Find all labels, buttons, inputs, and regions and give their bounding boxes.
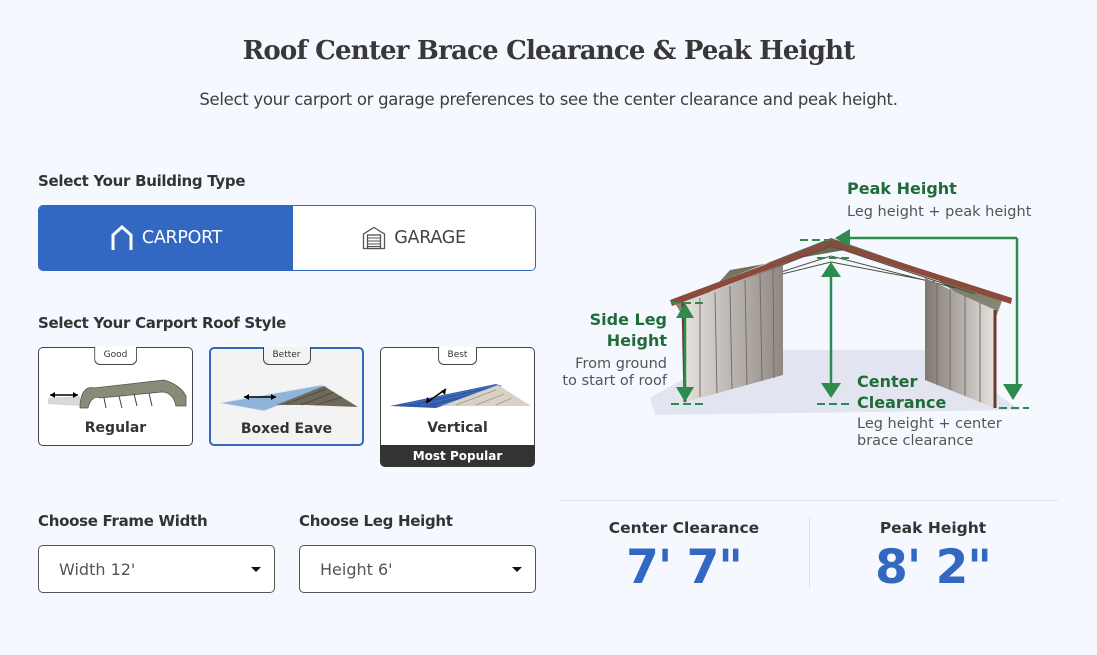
peak-height-value: 8' 2": [875, 540, 992, 595]
peak-height-desc: Leg height + peak height: [847, 204, 1032, 220]
roof-tier-tag: Good: [93, 347, 138, 365]
center-clearance-value: 7' 7": [626, 540, 743, 595]
leg-height-select[interactable]: Height 6': [299, 545, 536, 593]
carport-icon: [110, 225, 134, 251]
leg-height-label: Choose Leg Height: [299, 512, 453, 530]
carport-button[interactable]: CARPORT: [39, 206, 293, 270]
regular-roof-image: [48, 379, 187, 409]
leg-height-value: Height 6': [320, 560, 393, 579]
frame-width-label: Choose Frame Width: [38, 512, 208, 530]
roof-style-boxed-eave[interactable]: Better Boxed Eave: [209, 347, 364, 446]
chevron-down-icon: [251, 567, 261, 572]
frame-width-value: Width 12': [59, 560, 136, 579]
side-leg-title-1: Side Leg: [589, 310, 667, 329]
chevron-down-icon: [512, 567, 522, 572]
center-clearance-title-1: Center: [857, 372, 918, 391]
garage-icon: [362, 226, 386, 250]
center-clearance-desc-2: brace clearance: [857, 433, 974, 449]
most-popular-badge: Most Popular: [380, 445, 535, 467]
building-type-label: Select Your Building Type: [38, 172, 246, 190]
carport-label: CARPORT: [141, 228, 223, 248]
side-leg-title-2: Height: [606, 331, 667, 350]
building-type-toggle: CARPORT GARAGE: [38, 205, 536, 271]
center-clearance-label: Center Clearance: [608, 519, 760, 537]
roof-style-name: Boxed Eave: [240, 421, 333, 437]
frame-width-select[interactable]: Width 12': [38, 545, 275, 593]
boxed-eave-roof-image: [218, 384, 358, 412]
vertical-roof-image: [390, 384, 531, 408]
roof-style-name: Regular: [84, 420, 147, 436]
peak-height-label: Peak Height: [879, 519, 987, 537]
roof-tier-tag: Better: [262, 347, 311, 365]
center-clearance-title-2: Clearance: [857, 393, 947, 412]
roof-style-name: Vertical: [427, 420, 488, 436]
roof-tier-tag: Best: [437, 347, 478, 365]
roof-style-label: Select Your Carport Roof Style: [38, 314, 286, 332]
page-title: Roof Center Brace Clearance & Peak Heigh…: [242, 36, 856, 66]
roof-style-vertical[interactable]: Best Vertical Most Popular: [380, 347, 535, 467]
garage-button[interactable]: GARAGE: [293, 206, 535, 270]
results-divider: [560, 500, 1058, 501]
center-clearance-desc-1: Leg height + center: [857, 416, 1002, 432]
garage-label: GARAGE: [394, 228, 466, 248]
page-subtitle: Select your carport or garage preference…: [199, 90, 898, 109]
side-leg-desc-2: to start of roof: [562, 373, 667, 389]
roof-style-regular[interactable]: Good Regular: [38, 347, 193, 446]
peak-height-title: Peak Height: [847, 179, 957, 198]
carport-diagram: Peak Height Leg height + peak height Sid…: [555, 170, 1055, 460]
side-leg-desc-1: From ground: [575, 356, 667, 372]
